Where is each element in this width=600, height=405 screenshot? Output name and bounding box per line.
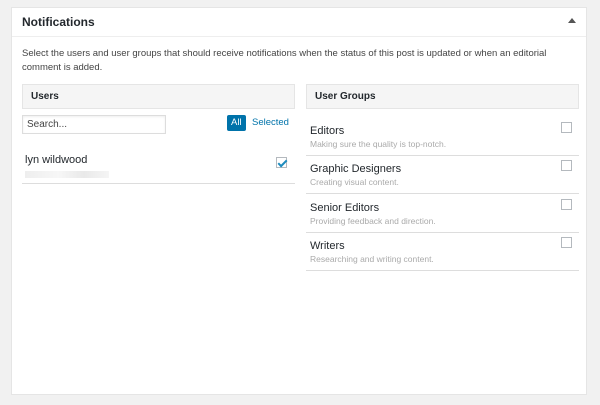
group-list-item-editors[interactable]: Editors Making sure the quality is top-n…	[306, 118, 579, 156]
user-checkbox[interactable]	[276, 157, 287, 168]
group-description: Researching and writing content.	[310, 254, 434, 264]
filter-all-button[interactable]: All	[227, 115, 246, 131]
user-email-redacted	[25, 171, 109, 178]
group-checkbox[interactable]	[561, 122, 572, 133]
panel-header[interactable]: Notifications	[12, 8, 586, 37]
collapse-arrow-icon[interactable]	[568, 18, 576, 23]
panel-title: Notifications	[22, 15, 95, 29]
filter-selected-link[interactable]: Selected	[252, 115, 289, 131]
group-list-item-graphic-designers[interactable]: Graphic Designers Creating visual conten…	[306, 156, 579, 194]
group-description: Creating visual content.	[310, 177, 399, 187]
notifications-panel: Notifications Select the users and user …	[11, 7, 587, 395]
group-checkbox[interactable]	[561, 199, 572, 210]
group-name: Writers	[310, 240, 345, 252]
group-description: Making sure the quality is top-notch.	[310, 139, 447, 149]
group-checkbox[interactable]	[561, 160, 572, 171]
group-checkbox[interactable]	[561, 237, 572, 248]
group-list-item-senior-editors[interactable]: Senior Editors Providing feedback and di…	[306, 195, 579, 233]
user-list-item[interactable]: lyn wildwood	[22, 146, 295, 184]
group-list-item-writers[interactable]: Writers Researching and writing content.	[306, 233, 579, 271]
users-column-header: Users	[22, 84, 295, 109]
group-name: Graphic Designers	[310, 163, 402, 175]
panel-description: Select the users and user groups that sh…	[22, 48, 547, 73]
group-description: Providing feedback and direction.	[310, 216, 436, 226]
user-search-input[interactable]	[22, 115, 166, 134]
group-name: Senior Editors	[310, 202, 380, 214]
group-name: Editors	[310, 125, 345, 137]
user-name: lyn wildwood	[25, 154, 88, 166]
user-groups-column-header: User Groups	[306, 84, 579, 109]
